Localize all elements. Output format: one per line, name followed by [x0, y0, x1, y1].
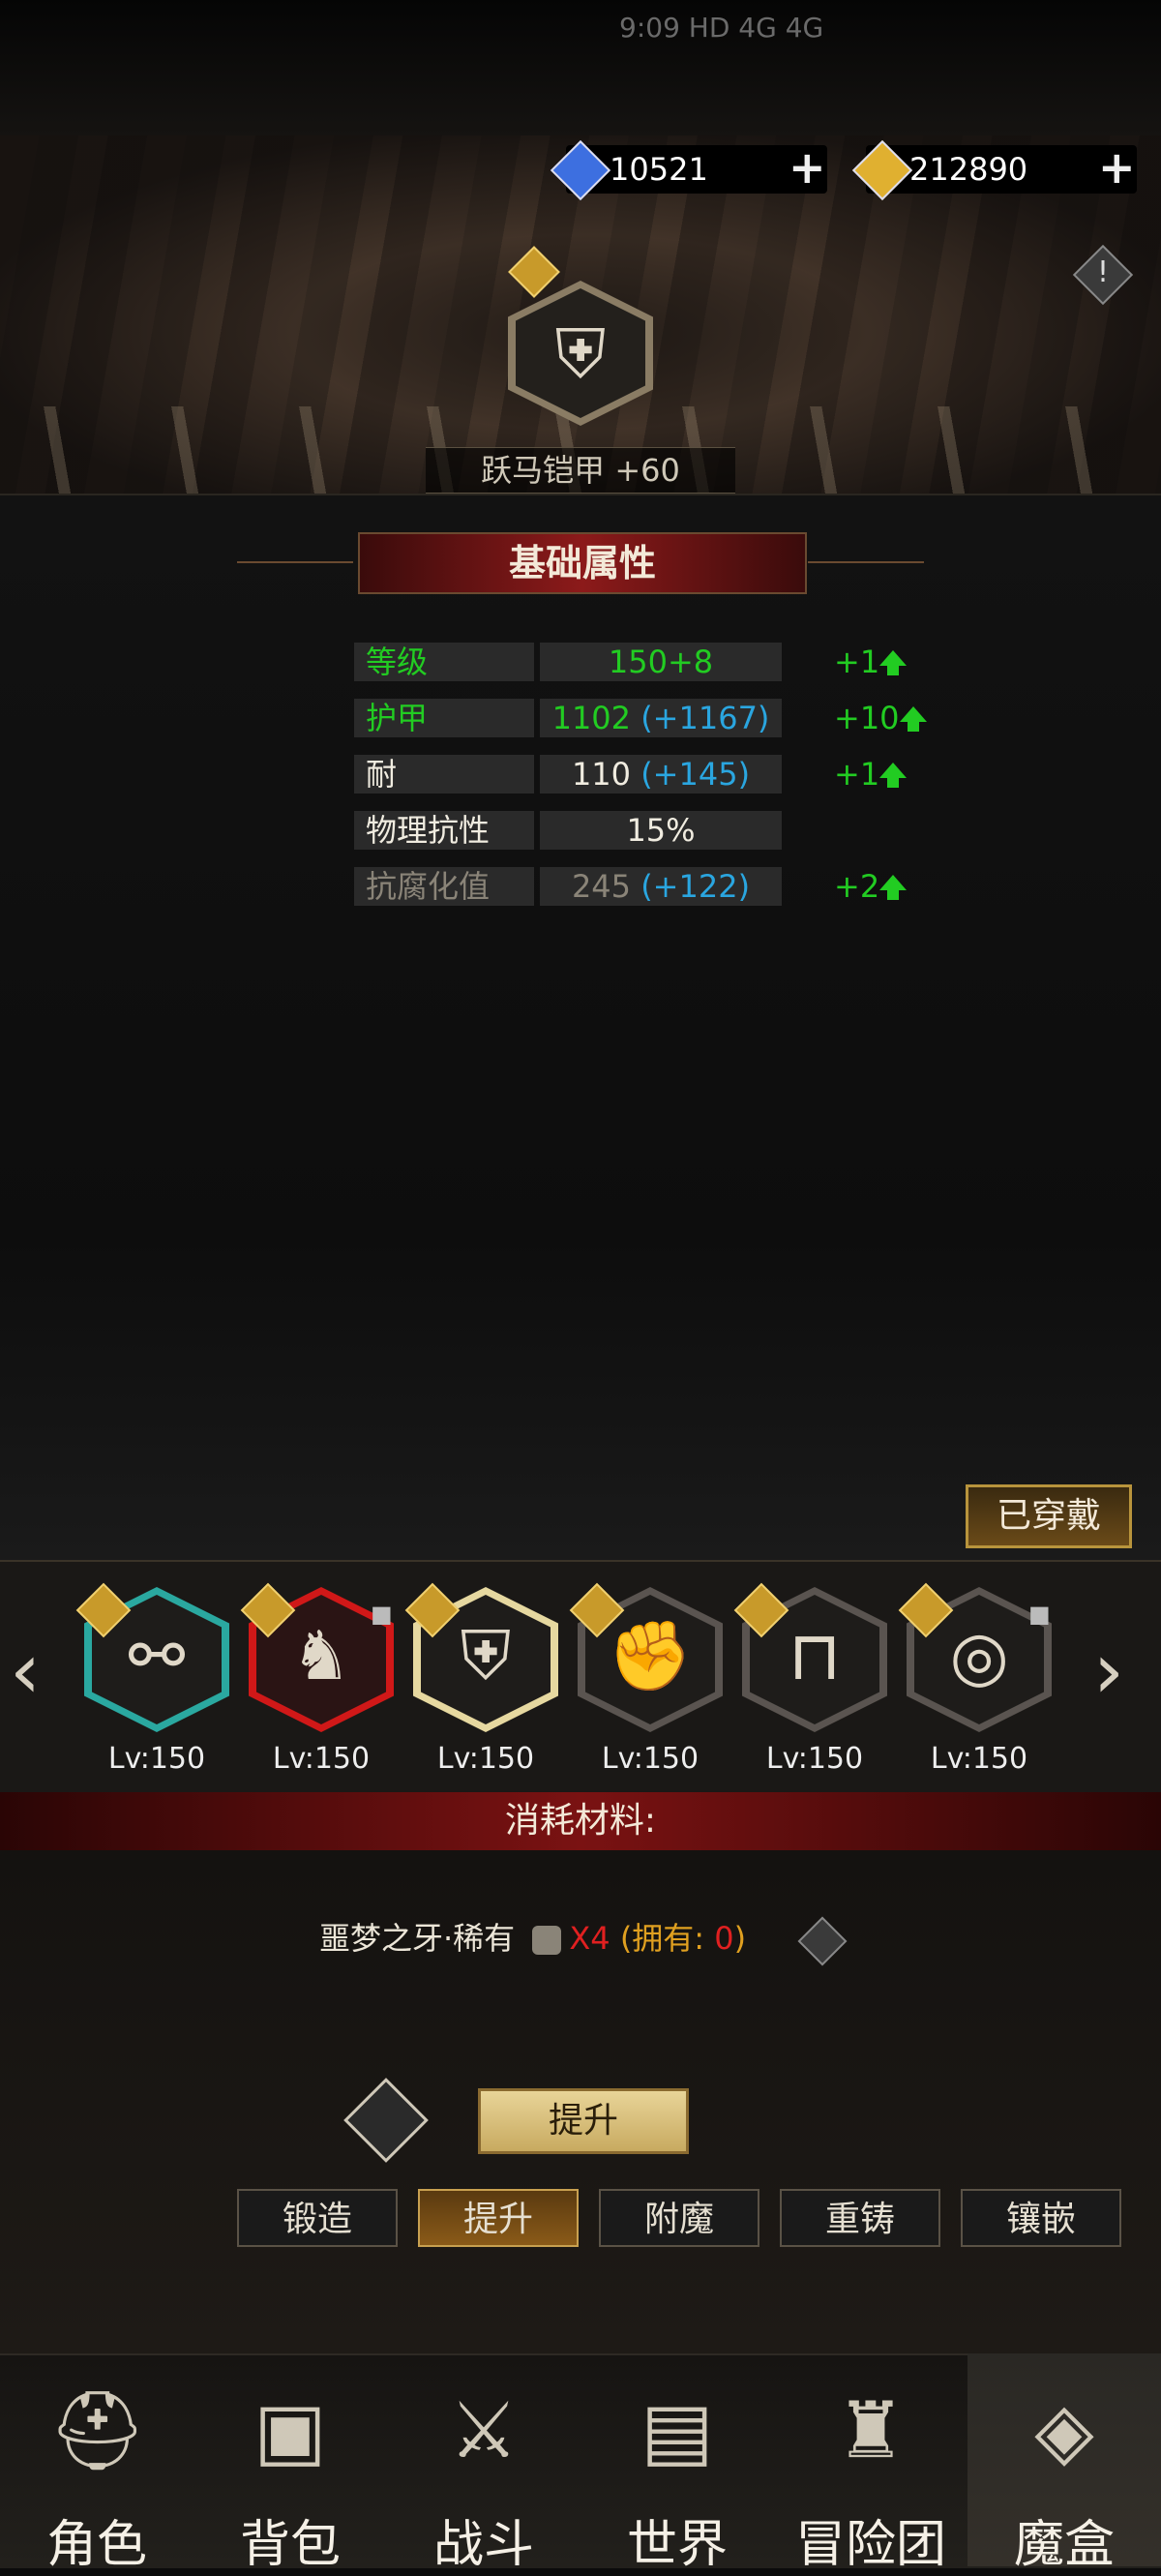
stat-row-armor: 护甲 1102 (+1167) +10 [354, 699, 935, 739]
stat-row-corruption-resist: 抗腐化值 245 (+122) +2 [354, 867, 935, 908]
stat-name: 等级 [354, 643, 534, 681]
status-bar: 9:09 HD 4G 4G [619, 12, 824, 44]
tab-inlay[interactable]: 镶嵌 [961, 2189, 1121, 2247]
nav-label: 战斗 [432, 2516, 534, 2574]
material-requirement: 噩梦之牙·稀有 X4 (拥有: 0) [319, 1914, 746, 1959]
stat-name: 物理抗性 [354, 811, 534, 850]
nav-guild[interactable]: ♜ 冒险团 [774, 2353, 968, 2574]
consume-materials-bar: 消耗材料: [0, 1792, 1161, 1850]
stat-value: 15% [540, 811, 782, 850]
slot-level: Lv:150 [436, 1742, 535, 1776]
diamond-value: 10521 [610, 151, 708, 188]
stat-row-physical-resist: 物理抗性 15% [354, 811, 935, 852]
equipment-slot[interactable]: ✊ Lv:150 [569, 1582, 723, 1776]
nav-battle[interactable]: ⚔ 战斗 [387, 2353, 580, 2574]
stat-gain: +1 [834, 643, 908, 681]
material-name: 噩梦之牙·稀有 [319, 1920, 516, 1957]
scroll-left-button[interactable]: ‹ [10, 1626, 41, 1716]
lock-icon: ■ [371, 1601, 393, 1628]
armor-icon: ⛨ [554, 315, 607, 394]
stat-name: 抗腐化值 [354, 867, 534, 906]
nav-label: 角色 [45, 2516, 147, 2574]
slot-level: Lv:150 [107, 1742, 206, 1776]
up-arrow-icon [879, 650, 908, 675]
consume-title: 消耗材料: [504, 1801, 657, 1841]
slot-level: Lv:150 [272, 1742, 371, 1776]
slot-level: Lv:150 [601, 1742, 700, 1776]
info-icon: ! [1096, 255, 1110, 289]
material-owned: (拥有: 0) [619, 1920, 747, 1957]
nav-character[interactable]: ⛑ 角色 [0, 2353, 194, 2574]
attributes-title-banner: 基础属性 [358, 532, 807, 594]
castle-icon: ♜ [836, 2385, 906, 2475]
stat-gain: +10 [834, 699, 927, 737]
stat-row-level: 等级 150+8 +1 [354, 643, 935, 683]
nav-label: 背包 [239, 2516, 341, 2574]
title-divider-right [808, 561, 924, 563]
stat-name: 耐 [354, 755, 534, 794]
stat-gain: +1 [834, 755, 908, 794]
tab-forge[interactable]: 锻造 [237, 2189, 398, 2247]
stat-value: 110 (+145) [540, 755, 782, 794]
nav-label: 魔盒 [1013, 2516, 1115, 2574]
tab-upgrade[interactable]: 提升 [418, 2189, 579, 2247]
item-name: 跃马铠甲 +60 [426, 447, 735, 494]
up-arrow-icon [879, 763, 908, 788]
stat-gain: +2 [834, 867, 908, 906]
slot-level: Lv:150 [930, 1742, 1028, 1776]
add-gold-button[interactable]: + [1098, 143, 1136, 192]
nav-backpack[interactable]: ▣ 背包 [194, 2353, 387, 2574]
up-arrow-icon [879, 875, 908, 900]
material-icon [532, 1926, 562, 1955]
material-quantity: X4 [569, 1920, 610, 1957]
equipped-button[interactable]: 已穿戴 [966, 1484, 1132, 1548]
attributes-title: 基础属性 [508, 542, 656, 584]
nav-magic-box[interactable]: ◈ 魔盒 [968, 2353, 1161, 2574]
top-bar [0, 0, 1161, 135]
nav-world[interactable]: ▤ 世界 [580, 2353, 774, 2574]
equipment-slot[interactable]: ⚯ Lv:150 [75, 1582, 229, 1776]
stat-value: 245 (+122) [540, 867, 782, 906]
nav-label: 冒险团 [794, 2516, 946, 2574]
equipment-slot-selected[interactable]: ⛨ Lv:150 [404, 1582, 558, 1776]
equipment-slot[interactable]: ⊓ Lv:150 [733, 1582, 887, 1776]
backpack-icon: ▣ [253, 2385, 327, 2475]
up-arrow-icon [899, 706, 927, 732]
add-diamond-button[interactable]: + [789, 143, 826, 192]
helmet-icon: ⛑ [48, 2385, 147, 2475]
scroll-right-button[interactable]: › [1093, 1626, 1124, 1716]
stat-value: 150+8 [540, 643, 782, 681]
equipment-slot[interactable]: ◎ ■ Lv:150 [898, 1582, 1052, 1776]
sword-shield-icon: ⚔ [449, 2385, 519, 2475]
stat-value: 1102 (+1167) [540, 699, 782, 737]
item-icon-frame: ⛨ [508, 281, 653, 426]
tab-reforge[interactable]: 重铸 [780, 2189, 940, 2247]
tab-enchant[interactable]: 附魔 [599, 2189, 759, 2247]
gold-value: 212890 [909, 151, 1028, 188]
upgrade-button[interactable]: 提升 [478, 2088, 689, 2154]
title-divider-left [237, 561, 353, 563]
magic-box-icon: ◈ [1034, 2385, 1094, 2475]
slot-level: Lv:150 [765, 1742, 864, 1776]
stat-row-endurance: 耐 110 (+145) +1 [354, 755, 935, 795]
map-icon: ▤ [640, 2385, 714, 2475]
nav-label: 世界 [626, 2516, 728, 2574]
equipment-slot[interactable]: ♞ ■ Lv:150 [240, 1582, 394, 1776]
lock-icon: ■ [1028, 1601, 1051, 1628]
stat-name: 护甲 [354, 699, 534, 737]
